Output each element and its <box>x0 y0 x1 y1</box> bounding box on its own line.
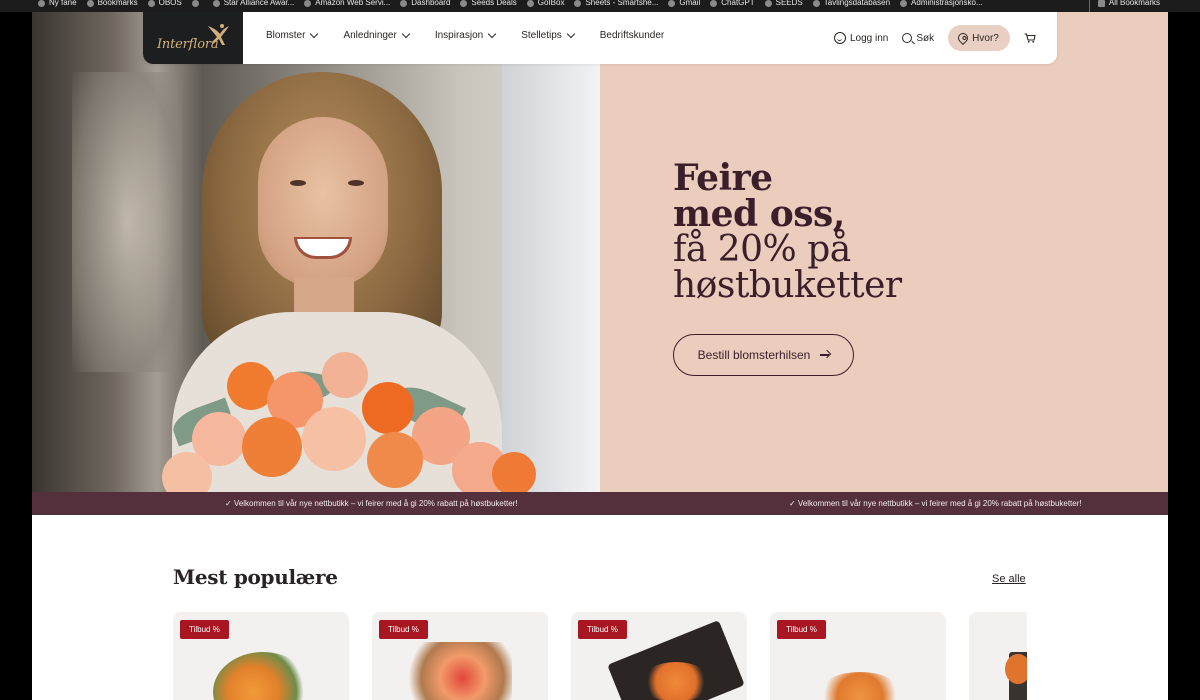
ticker-message: ✓ Velkommen til vår nye nettbutikk – vi … <box>789 499 1082 508</box>
user-icon <box>834 32 846 44</box>
star-alliance-icon <box>212 0 220 7</box>
aws-icon <box>304 0 312 7</box>
folder-icon <box>1097 0 1105 7</box>
bookmark-item[interactable]: Administrasjonsko... <box>900 0 983 10</box>
product-card[interactable]: Tilbud % <box>571 612 747 700</box>
cart-button[interactable] <box>1024 25 1036 51</box>
product-card[interactable]: Tilbud % <box>173 612 349 700</box>
chatgpt-icon <box>710 0 718 7</box>
ticker-message: ✓ Velkommen til vår nye nettbutikk – vi … <box>225 499 518 508</box>
search-button[interactable]: Søk <box>902 25 934 51</box>
nav-blomster[interactable]: Blomster <box>266 29 319 41</box>
announcement-ticker: ✓ Velkommen til vår nye nettbutikk – vi … <box>32 492 1168 515</box>
bookmarks-separator <box>1089 0 1090 12</box>
bookmark-item[interactable]: Ny fane <box>38 0 77 10</box>
product-image <box>402 642 512 700</box>
star-icon <box>86 0 94 7</box>
offer-badge: Tilbud % <box>578 620 627 639</box>
location-pin-icon <box>956 30 971 46</box>
offer-badge: Tilbud % <box>379 620 428 639</box>
bookmark-item[interactable]: Bookmarks <box>86 0 138 10</box>
database-icon <box>812 0 820 7</box>
chevron-down-icon <box>310 29 319 38</box>
bookmark-item[interactable]: GoIBox <box>526 0 564 10</box>
product-image <box>213 652 313 700</box>
chevron-down-icon <box>487 29 497 38</box>
chevron-down-icon <box>401 29 411 38</box>
nav-anledninger[interactable]: Anledninger <box>343 29 411 41</box>
page: Feire med oss, få 20% på høstbuketter Be… <box>32 12 1168 700</box>
bookmark-item[interactable]: Gmail <box>668 0 700 10</box>
bookmark-item[interactable]: OBOS <box>147 0 182 10</box>
bookmark-item[interactable]: Dashboard <box>400 0 450 10</box>
bookmark-item[interactable]: Star Alliance Awar... <box>212 0 294 10</box>
goibox-icon <box>526 0 534 7</box>
product-card[interactable] <box>969 612 1027 700</box>
bookmark-item[interactable]: ChatGPT <box>710 0 755 10</box>
bookmark-item[interactable]: Tavlingsdatabasen <box>812 0 890 10</box>
header-actions: Logg inn Søk Hvor? <box>834 25 1050 51</box>
smartsheet-icon <box>574 0 582 7</box>
order-flowers-button[interactable]: Bestill blomsterhilsen <box>673 334 854 376</box>
product-card[interactable]: Tilbud % <box>770 612 946 700</box>
main-nav: Blomster Anledninger Inspirasjon Stellet… <box>266 29 690 41</box>
nav-bedriftskunder[interactable]: Bedriftskunder <box>600 30 664 41</box>
bookmark-item[interactable]: Sheets - Smartshe... <box>574 0 658 10</box>
arrow-right-icon <box>820 354 830 356</box>
linkedin-icon <box>191 0 199 7</box>
admin-icon <box>900 0 908 7</box>
bookmarks-bar: Ny fane Bookmarks OBOS Star Alliance Awa… <box>0 0 1200 12</box>
new-tab-icon <box>38 0 45 7</box>
cart-icon <box>1024 33 1036 43</box>
product-carousel: Tilbud % Tilbud % Tilbud % Tilbud % <box>173 612 1027 700</box>
seeds-icon <box>764 0 772 7</box>
hero-title: Feire med oss, få 20% på høstbuketter <box>673 157 902 306</box>
mercury-logo-icon <box>208 24 229 45</box>
gmail-icon <box>668 0 676 7</box>
offer-badge: Tilbud % <box>180 620 229 639</box>
product-card[interactable]: Tilbud % <box>372 612 548 700</box>
seeds-icon <box>460 0 468 7</box>
offer-badge: Tilbud % <box>777 620 826 639</box>
nav-stelletips[interactable]: Stelletips <box>521 29 576 41</box>
location-button[interactable]: Hvor? <box>948 25 1010 51</box>
nav-inspirasjon[interactable]: Inspirasjon <box>435 29 497 41</box>
product-image <box>815 672 905 700</box>
site-header: Interflora Blomster Anledninger Inspiras… <box>143 12 1057 64</box>
search-icon <box>902 33 913 43</box>
bookmark-item[interactable] <box>191 0 203 10</box>
chevron-down-icon <box>566 29 576 38</box>
see-all-link[interactable]: Se alle <box>992 573 1026 585</box>
section-title: Mest populære <box>173 565 338 589</box>
obos-icon <box>147 0 155 7</box>
bookmark-item[interactable]: Seeds Deals <box>460 0 517 10</box>
hero-section: Feire med oss, få 20% på høstbuketter Be… <box>32 12 1168 492</box>
bookmark-item[interactable]: SEEDS <box>764 0 803 10</box>
bookmark-item[interactable]: Amazon Web Servi... <box>304 0 390 10</box>
logo[interactable]: Interflora <box>143 12 243 64</box>
bookmarks-list: Ny fane Bookmarks OBOS Star Alliance Awa… <box>38 0 983 10</box>
dashboard-icon <box>400 0 408 7</box>
all-bookmarks-button[interactable]: All Bookmarks <box>1097 0 1160 10</box>
hero-image <box>32 12 600 492</box>
login-button[interactable]: Logg inn <box>834 25 888 51</box>
